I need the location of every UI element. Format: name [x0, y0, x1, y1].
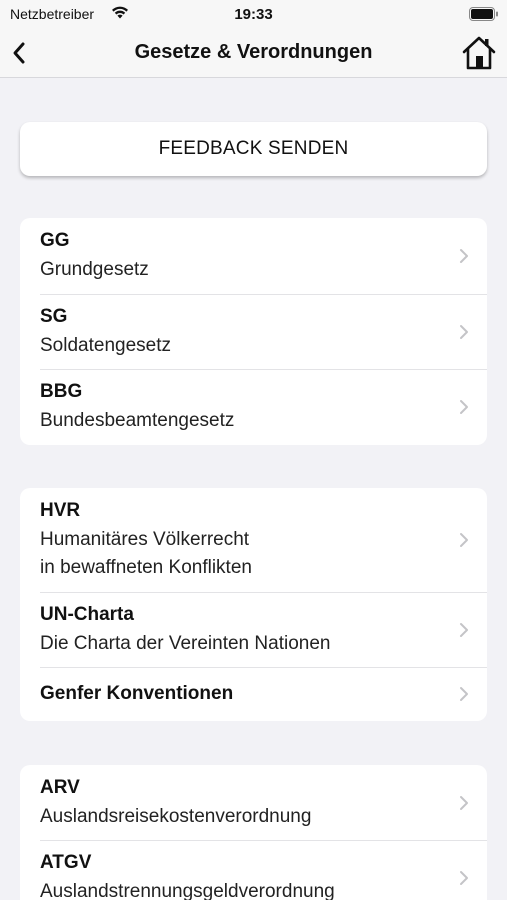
law-group-1: GG Grundgesetz SG Soldatengesetz BBG Bun… [20, 218, 487, 445]
chevron-right-icon [460, 623, 468, 637]
list-item-atgv[interactable]: ATGV Auslandstrennungsgeldverordnung [20, 840, 487, 900]
row-divider [40, 667, 487, 668]
chevron-right-icon [460, 249, 468, 263]
item-subtitle: Die Charta der Vereinten Nationen [40, 633, 331, 654]
chevron-right-icon [460, 533, 468, 547]
list-item-hvr[interactable]: HVR Humanitäres Völkerrecht in bewaffnet… [20, 488, 487, 592]
chevron-right-icon [460, 796, 468, 810]
law-group-2: HVR Humanitäres Völkerrecht in bewaffnet… [20, 488, 487, 721]
list-item-gg[interactable]: GG Grundgesetz [20, 218, 487, 294]
law-group-3: ARV Auslandsreisekostenverordnung ATGV A… [20, 765, 487, 900]
row-divider [40, 369, 487, 370]
chevron-right-icon [460, 871, 468, 885]
item-title: BBG [40, 381, 83, 402]
row-divider [40, 592, 487, 593]
item-title: Genfer Konventionen [40, 683, 234, 704]
chevron-right-icon [460, 687, 468, 701]
status-bar: Netzbetreiber 19:33 [0, 0, 507, 30]
list-item-sg[interactable]: SG Soldatengesetz [20, 294, 487, 369]
item-subtitle: Bundesbeamtengesetz [40, 410, 235, 431]
item-title: GG [40, 230, 70, 251]
item-subtitle: Soldatengesetz [40, 335, 171, 356]
item-title: ATGV [40, 852, 92, 873]
row-divider [40, 294, 487, 295]
item-subtitle: Grundgesetz [40, 259, 149, 280]
list-item-bbg[interactable]: BBG Bundesbeamtengesetz [20, 369, 487, 445]
chevron-right-icon [460, 325, 468, 339]
item-title: HVR [40, 500, 81, 521]
battery-icon [469, 7, 498, 21]
page-title: Gesetze & Verordnungen [134, 41, 373, 63]
item-title: SG [40, 306, 68, 327]
list-item-arv[interactable]: ARV Auslandsreisekostenverordnung [20, 765, 487, 840]
chevron-right-icon [460, 400, 468, 414]
item-subtitle: Auslandstrennungsgeldverordnung [40, 881, 335, 900]
clock: 19:33 [234, 6, 273, 23]
row-divider [40, 840, 487, 841]
list-item-un-charta[interactable]: UN-Charta Die Charta der Vereinten Natio… [20, 592, 487, 667]
item-title: ARV [40, 777, 80, 798]
item-subtitle: Auslandsreisekostenverordnung [40, 806, 312, 827]
item-subtitle: Humanitäres Völkerrecht in bewaffneten K… [40, 529, 252, 578]
item-title: UN-Charta [40, 604, 134, 625]
feedback-button[interactable]: FEEDBACK SENDEN [20, 122, 487, 176]
navigation-bar: Gesetze & Verordnungen [0, 30, 507, 78]
home-icon[interactable] [461, 35, 497, 71]
list-item-genfer-konventionen[interactable]: Genfer Konventionen [20, 667, 487, 721]
